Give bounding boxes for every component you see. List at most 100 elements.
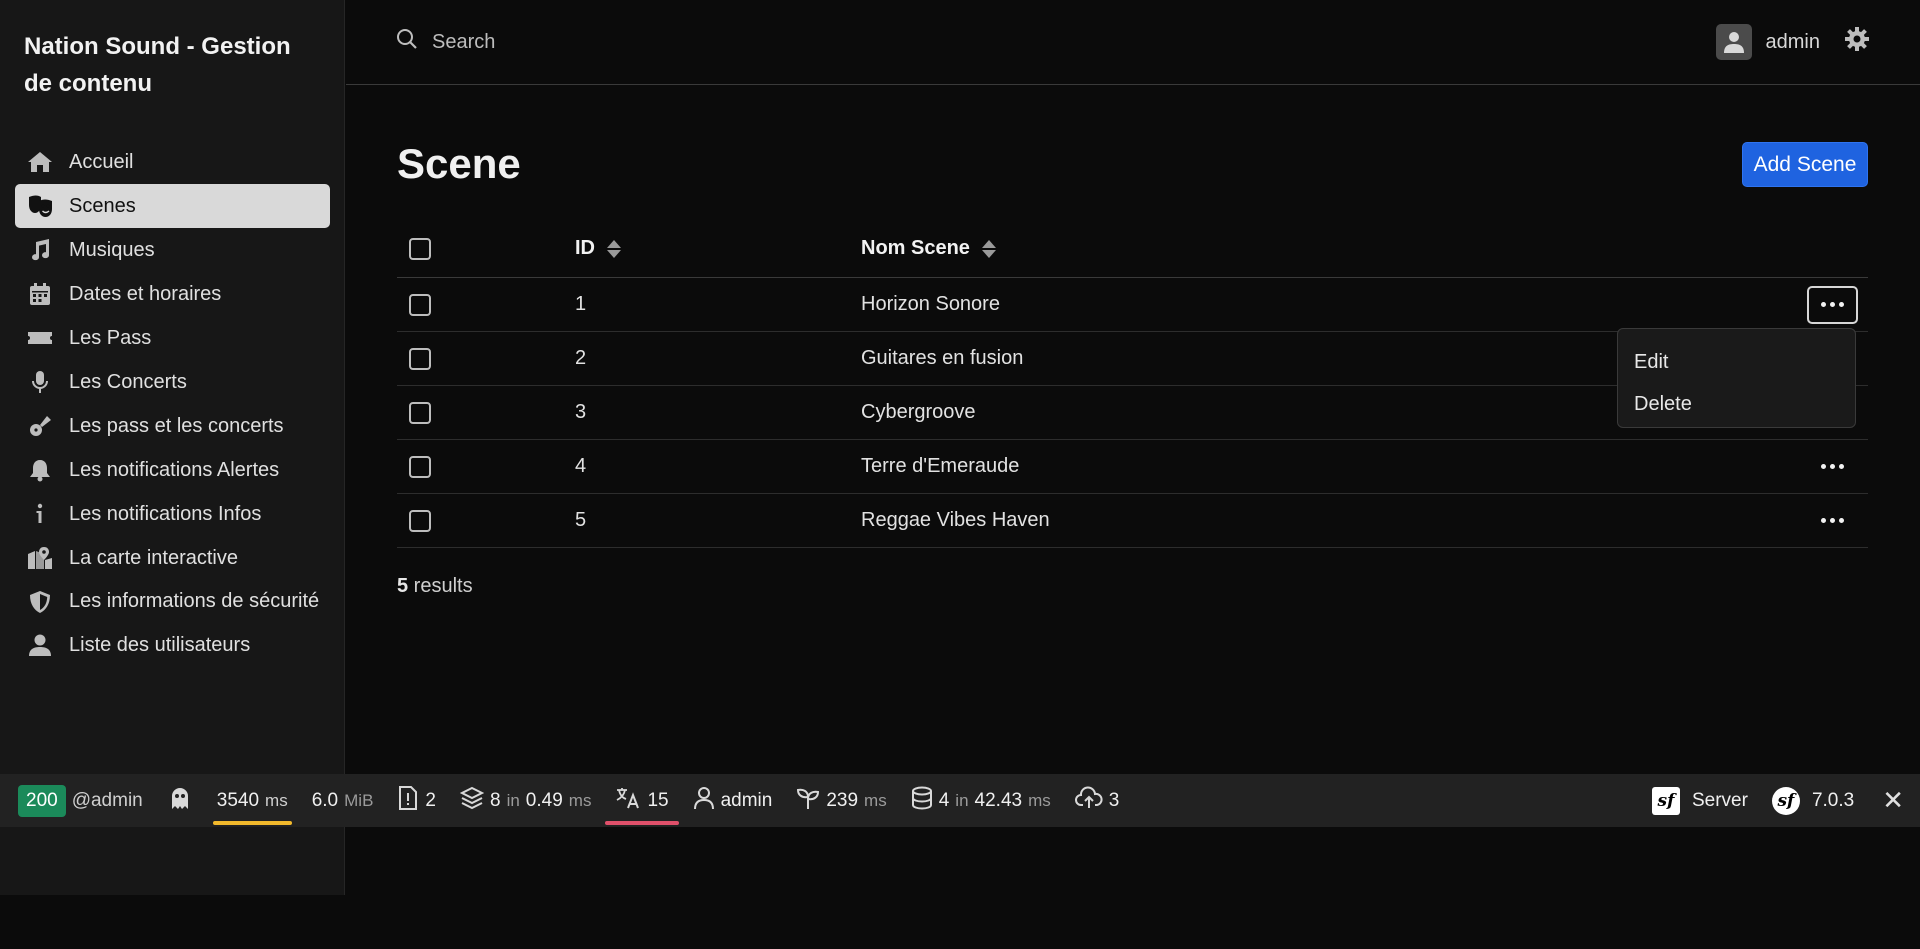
memory-unit: MiB <box>344 790 374 810</box>
sidebar-item-concerts[interactable]: Les Concerts <box>15 360 330 404</box>
column-header-id[interactable]: ID <box>575 220 621 277</box>
sidebar-item-label: Les notifications Infos <box>69 503 262 525</box>
sidebar-item-alertes[interactable]: Les notifications Alertes <box>15 448 330 492</box>
edit-menu-item[interactable]: Edit <box>1618 341 1855 383</box>
db-in: in <box>955 790 969 810</box>
row-checkbox[interactable] <box>409 455 431 478</box>
row-actions-button[interactable] <box>1807 285 1858 324</box>
sidebar-item-label: Dates et horaires <box>69 283 222 305</box>
tb-upload[interactable]: 3 <box>1063 774 1132 827</box>
table-header-row: ID Nom Scene <box>397 220 1868 278</box>
sort-icon <box>607 239 621 258</box>
database-icon <box>911 786 933 816</box>
app-title: Nation Sound - Gestion de contenu <box>24 33 291 97</box>
sidebar-item-infos[interactable]: Les notifications Infos <box>15 492 330 536</box>
cell-id: 2 <box>575 347 587 369</box>
username[interactable]: admin <box>1766 31 1820 54</box>
sidebar-item-label: Les notifications Alertes <box>69 459 280 481</box>
symfony-version: 7.0.3 <box>1811 789 1855 811</box>
gear-icon[interactable] <box>1844 26 1870 58</box>
debug-toolbar: 200 @admin 3540 ms 6.0 MiB 2 8 in 0.49 ms 15 … <box>0 774 1920 827</box>
results-number: 5 <box>397 575 409 597</box>
select-all-checkbox[interactable] <box>409 237 431 260</box>
tb-cache[interactable]: 8 in 0.49 ms <box>448 774 603 827</box>
table-row: 4 Terre d'Emeraude <box>397 440 1868 494</box>
sidebar-item-accueil[interactable]: Accueil <box>15 140 330 184</box>
info-icon <box>25 502 55 526</box>
row-checkbox[interactable] <box>409 401 431 424</box>
avatar[interactable] <box>1715 24 1752 60</box>
search-icon <box>396 28 418 56</box>
server-label: Server <box>1691 789 1748 811</box>
tb-twig[interactable]: 239 ms <box>784 774 898 827</box>
route-at: @admin <box>71 789 143 811</box>
sidebar-item-label: Musiques <box>69 239 155 261</box>
sidebar-item-label: Les informations de sécurité <box>69 590 320 612</box>
twig-time: 239 <box>826 789 859 811</box>
delete-menu-item[interactable]: Delete <box>1618 383 1855 425</box>
sidebar-item-label: Scenes <box>69 195 136 217</box>
row-checkbox[interactable] <box>409 347 431 370</box>
ticket-icon <box>25 326 55 350</box>
home-icon <box>25 150 55 174</box>
search-box[interactable]: Search <box>396 28 495 56</box>
sidebar-item-pass-concerts[interactable]: Les pass et les concerts <box>15 404 330 448</box>
symfony-logo-icon: sf <box>1771 786 1800 815</box>
row-checkbox[interactable] <box>409 293 431 316</box>
tb-request[interactable]: 200 @admin <box>0 774 155 827</box>
cache-time: 0.49 <box>525 789 563 811</box>
cell-id: 5 <box>575 509 587 531</box>
row-actions-button[interactable] <box>1807 448 1858 486</box>
upload-count: 3 <box>1108 789 1120 811</box>
sidebar-item-securite[interactable]: Les informations de sécurité <box>15 580 330 623</box>
translation-icon <box>615 786 641 816</box>
user-menu[interactable]: admin <box>1715 24 1870 60</box>
tb-security[interactable]: admin <box>681 774 785 827</box>
sidebar-item-label: Les pass et les concerts <box>69 415 284 437</box>
tb-translation[interactable]: 15 <box>603 774 680 827</box>
log-icon <box>397 785 419 816</box>
music-note-icon <box>25 238 55 262</box>
log-count: 2 <box>425 789 436 811</box>
more-dots-icon <box>1821 518 1826 523</box>
status-badge: 200 <box>18 784 66 817</box>
db-unit: ms <box>1028 790 1051 810</box>
sidebar-item-pass[interactable]: Les Pass <box>15 316 330 360</box>
sidebar-item-scenes[interactable]: Scenes <box>15 184 330 228</box>
row-actions-dropdown: Edit Delete <box>1617 328 1856 428</box>
cloud-upload-icon <box>1074 786 1103 816</box>
sidebar-item-dates[interactable]: Dates et horaires <box>15 272 330 316</box>
column-header-nom-scene[interactable]: Nom Scene <box>861 220 996 277</box>
more-dots-icon <box>1821 464 1826 469</box>
db-time: 42.43 <box>974 789 1023 811</box>
tb-symfony[interactable]: sf 7.0.3 <box>1760 774 1866 827</box>
search-input[interactable]: Search <box>432 31 495 54</box>
add-scene-button[interactable]: Add Scene <box>1742 142 1868 187</box>
twig-unit: ms <box>864 790 887 810</box>
close-icon[interactable]: ✕ <box>1866 785 1920 816</box>
sidebar-item-label: Liste des utilisateurs <box>69 634 251 656</box>
memory-value: 6.0 <box>311 789 339 811</box>
sidebar-item-utilisateurs[interactable]: Liste des utilisateurs <box>15 623 330 667</box>
page-title: Scene <box>397 140 521 187</box>
tb-server[interactable]: sf Server <box>1640 774 1760 827</box>
bell-icon <box>25 458 55 482</box>
cache-unit: ms <box>568 790 592 810</box>
row-checkbox[interactable] <box>409 509 431 532</box>
sidebar-item-musiques[interactable]: Musiques <box>15 228 330 272</box>
row-actions-button[interactable] <box>1807 502 1858 540</box>
tb-logs[interactable]: 2 <box>385 774 448 827</box>
cache-count: 8 <box>489 789 501 811</box>
sidebar-nav: Accueil Scenes Musiques Dates et horaire… <box>15 140 330 667</box>
tb-memory[interactable]: 6.0 MiB <box>300 774 386 827</box>
tb-ghost[interactable] <box>155 774 205 827</box>
shield-icon <box>25 590 55 614</box>
tb-time[interactable]: 3540 ms <box>205 774 300 827</box>
cell-name: Horizon Sonore <box>861 293 1000 315</box>
tb-database[interactable]: 4 in 42.43 ms <box>899 774 1063 827</box>
sidebar-item-carte[interactable]: La carte interactive <box>15 536 330 580</box>
time-value: 3540 <box>216 789 260 811</box>
toolbar-user: admin <box>720 789 773 811</box>
twig-leaf-icon <box>796 786 820 816</box>
theater-masks-icon <box>25 194 55 218</box>
